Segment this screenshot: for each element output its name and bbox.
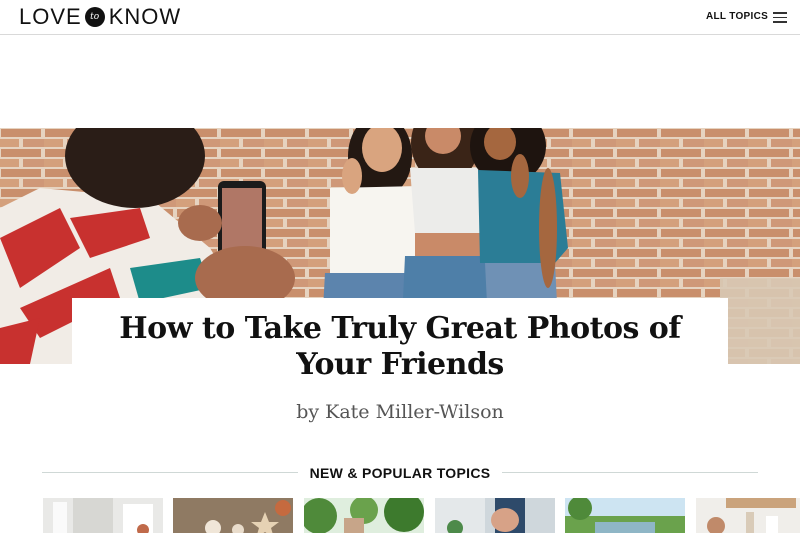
- logo-text-love: LOVE: [19, 4, 82, 29]
- site-logo[interactable]: LOVE to KNOW: [19, 4, 182, 29]
- author-byline[interactable]: by Kate Miller-Wilson: [0, 401, 800, 423]
- article-title-line-2: Your Friends: [296, 347, 504, 382]
- topic-thumbnails: [0, 498, 800, 533]
- topic-thumbnail[interactable]: [565, 498, 685, 533]
- topic-thumbnail[interactable]: [696, 498, 800, 533]
- all-topics-link[interactable]: ALL TOPICS: [706, 11, 768, 22]
- logo-text-know: KNOW: [108, 4, 182, 29]
- site-header: LOVE to KNOW ALL TOPICS: [0, 0, 800, 35]
- section-title: NEW & POPULAR TOPICS: [309, 465, 491, 481]
- topic-thumbnail[interactable]: [173, 498, 293, 533]
- article-title-line-1: How to Take Truly Great Photos of: [119, 311, 681, 346]
- topic-thumbnail[interactable]: [304, 498, 424, 533]
- new-popular-topics-header: NEW & POPULAR TOPICS: [42, 462, 758, 482]
- logo-to-badge: to: [84, 7, 105, 27]
- article-title: How to Take Truly Great Photos of Your F…: [72, 311, 728, 383]
- hamburger-menu-icon[interactable]: [773, 12, 787, 23]
- topic-thumbnail[interactable]: [43, 498, 163, 533]
- topic-thumbnail[interactable]: [435, 498, 555, 533]
